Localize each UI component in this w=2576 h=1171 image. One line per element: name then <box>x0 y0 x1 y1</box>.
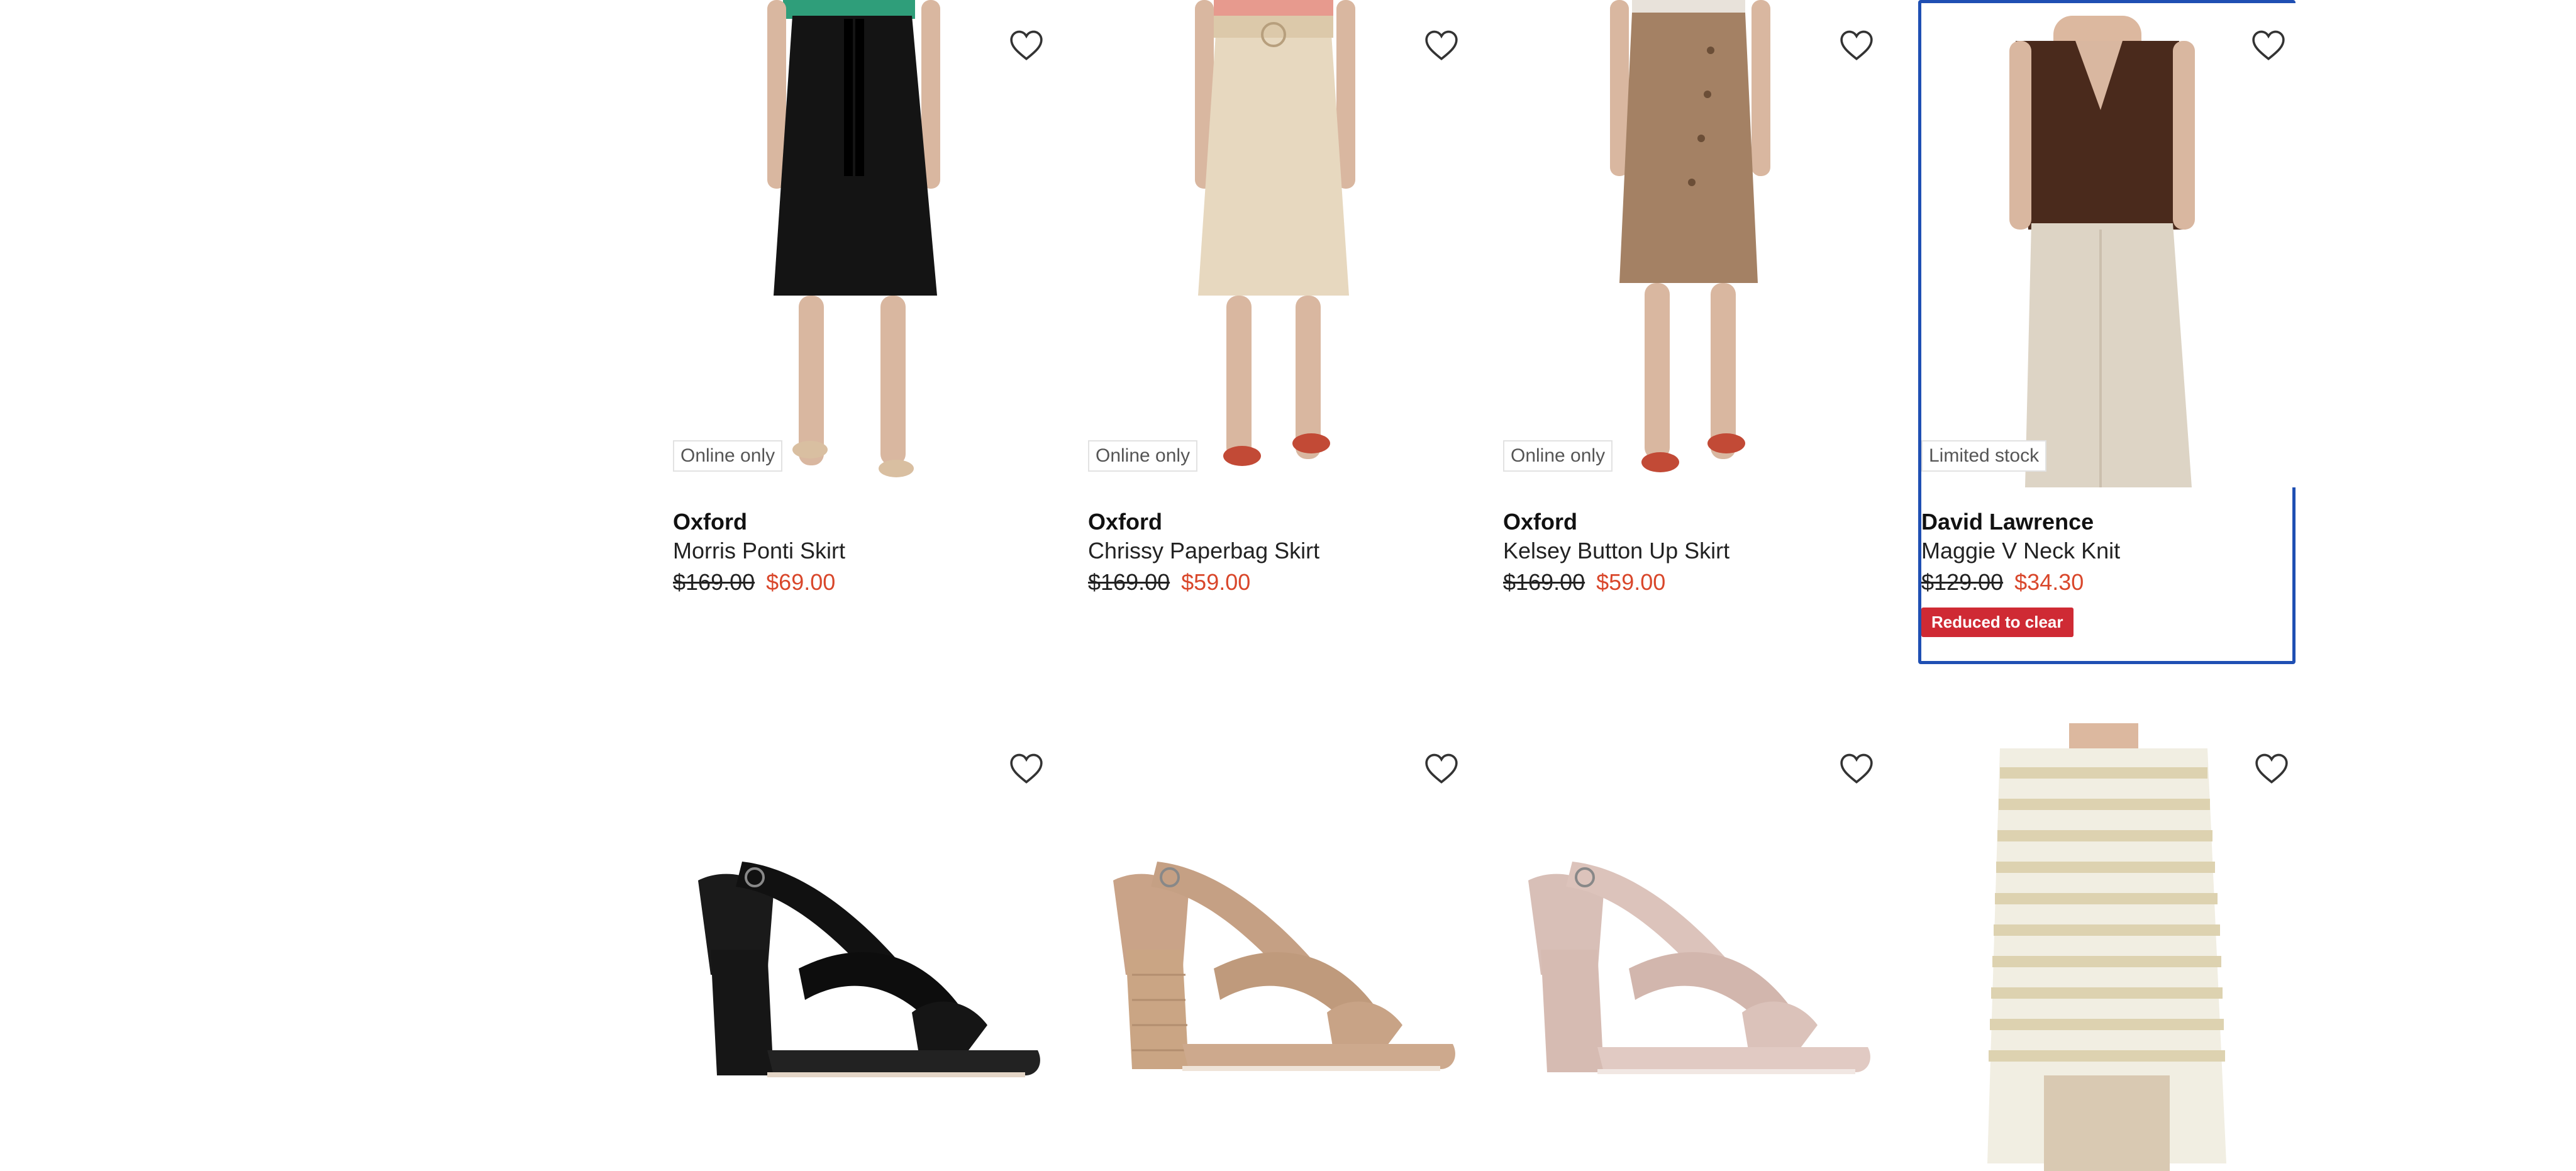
heart-outline-icon <box>1425 30 1458 60</box>
wishlist-button[interactable] <box>1830 19 1883 72</box>
product-info[interactable]: Oxford Morris Ponti Skirt $169.00 $69.00 <box>673 508 1050 599</box>
product-name[interactable]: Morris Ponti Skirt <box>673 536 1050 566</box>
wishlist-button[interactable] <box>1415 742 1468 795</box>
sale-price: $34.30 <box>2014 569 2084 595</box>
heart-outline-icon <box>1010 753 1043 784</box>
heart-outline-icon <box>2255 753 2288 784</box>
wishlist-button[interactable] <box>1000 742 1053 795</box>
original-price: $169.00 <box>1088 569 1170 595</box>
product-name[interactable]: Chrissy Paperbag Skirt <box>1088 536 1465 566</box>
product-card[interactable]: Online only Oxford Morris Ponti Skirt $1… <box>673 0 1053 629</box>
product-image[interactable] <box>673 0 1050 484</box>
price-block: $169.00 $59.00 <box>1088 566 1465 599</box>
price-block: $169.00 $59.00 <box>1503 566 1880 599</box>
product-card[interactable]: Online only Oxford Kelsey Button Up Skir… <box>1503 0 1883 629</box>
product-name[interactable]: Kelsey Button Up Skirt <box>1503 536 1880 566</box>
availability-badge: Limited stock <box>1921 440 2047 472</box>
product-card[interactable] <box>673 723 1053 1171</box>
product-image[interactable] <box>673 723 1050 1171</box>
price-block: $169.00 $69.00 <box>673 566 1050 599</box>
heart-outline-icon <box>1425 753 1458 784</box>
product-card[interactable] <box>1088 723 1468 1171</box>
sale-price: $69.00 <box>766 569 836 595</box>
product-grid: Online only Oxford Morris Ponti Skirt $1… <box>673 0 2299 1171</box>
original-price: $169.00 <box>1503 569 1585 595</box>
product-info[interactable]: Oxford Chrissy Paperbag Skirt $169.00 $5… <box>1088 508 1465 599</box>
availability-badge: Online only <box>673 440 783 472</box>
product-name[interactable]: Maggie V Neck Knit <box>1921 536 2299 566</box>
brand-name: David Lawrence <box>1921 509 2094 535</box>
wishlist-button[interactable] <box>2242 19 2295 72</box>
price-block: $129.00 $34.30 <box>1921 566 2299 599</box>
product-image[interactable] <box>1921 3 2299 487</box>
heart-outline-icon <box>1840 753 1873 784</box>
product-image[interactable] <box>1088 723 1465 1171</box>
availability-badge: Online only <box>1088 440 1198 472</box>
sale-price: $59.00 <box>1596 569 1666 595</box>
product-image[interactable] <box>1503 723 1880 1171</box>
brand-name: Oxford <box>1088 509 1163 535</box>
sale-price: $59.00 <box>1181 569 1251 595</box>
product-card-focused[interactable]: Limited stock David Lawrence Maggie V Ne… <box>1918 0 2299 664</box>
original-price: $129.00 <box>1921 569 2004 595</box>
availability-badge: Online only <box>1503 440 1613 472</box>
product-card[interactable] <box>1503 723 1883 1171</box>
product-card[interactable] <box>1918 723 2298 1171</box>
wishlist-button[interactable] <box>1000 19 1053 72</box>
heart-outline-icon <box>2252 30 2285 60</box>
product-image[interactable] <box>1918 723 2296 1171</box>
wishlist-button[interactable] <box>1830 742 1883 795</box>
product-card[interactable]: Online only Oxford Chrissy Paperbag Skir… <box>1088 0 1468 629</box>
wishlist-button[interactable] <box>2245 742 2298 795</box>
heart-outline-icon <box>1840 30 1873 60</box>
product-info[interactable]: Oxford Kelsey Button Up Skirt $169.00 $5… <box>1503 508 1880 599</box>
brand-name: Oxford <box>1503 509 1578 535</box>
product-info[interactable]: David Lawrence Maggie V Neck Knit $129.0… <box>1921 508 2299 637</box>
heart-outline-icon <box>1010 30 1043 60</box>
brand-name: Oxford <box>673 509 748 535</box>
product-image[interactable] <box>1088 0 1465 484</box>
product-image[interactable] <box>1503 0 1880 484</box>
original-price: $169.00 <box>673 569 755 595</box>
wishlist-button[interactable] <box>1415 19 1468 72</box>
reduced-to-clear-tag: Reduced to clear <box>1921 608 2074 637</box>
